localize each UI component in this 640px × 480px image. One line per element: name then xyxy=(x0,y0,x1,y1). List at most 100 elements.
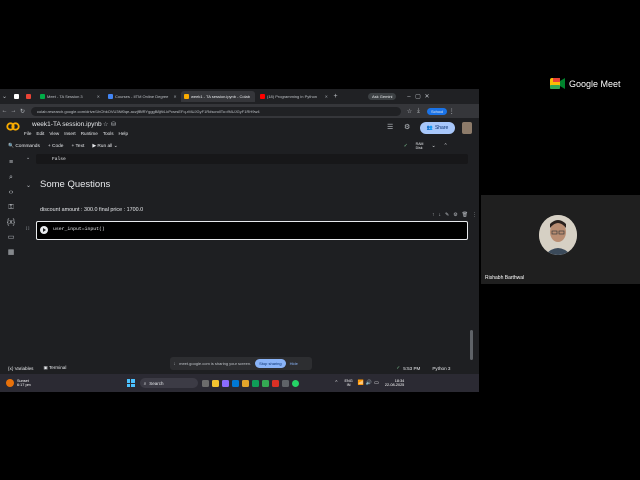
notebook-content: ⌄ False ⌄ Some Questions discount amount… xyxy=(22,152,477,362)
run-all-button[interactable]: ▶ Run all ⌄ xyxy=(92,144,117,149)
delete-trash-icon[interactable]: 🗑 xyxy=(462,212,468,218)
browser-tab[interactable]: Meet - TA Session 3 ✕ xyxy=(37,91,103,102)
browser-tab[interactable]: Courses - IITM Online Degree ✕ xyxy=(105,91,179,102)
code-snippets-icon[interactable]: ‹› xyxy=(6,188,16,198)
language-indicator[interactable]: ENG IN xyxy=(344,379,352,388)
menu-insert[interactable]: Insert xyxy=(64,131,76,136)
collapse-output-icon[interactable]: ⌄ xyxy=(26,155,30,161)
menu-tools[interactable]: Tools xyxy=(103,131,114,136)
menu-help[interactable]: Help xyxy=(119,131,128,136)
run-all-label: Run all xyxy=(97,143,113,149)
collapse-icon[interactable]: ⌃ xyxy=(443,144,447,149)
toc-icon[interactable]: ≡ xyxy=(6,158,16,168)
terminal-button[interactable]: ▣ Terminal xyxy=(43,365,66,371)
wifi-icon[interactable]: 📶 xyxy=(358,380,364,386)
forward-icon[interactable]: → xyxy=(9,108,18,114)
hide-button[interactable]: Hide xyxy=(290,361,298,366)
lang-bottom: IN xyxy=(346,383,351,387)
browser-tab[interactable] xyxy=(11,91,21,102)
windows-start-icon[interactable] xyxy=(126,379,135,387)
menu-file[interactable]: File xyxy=(24,131,31,136)
whatsapp-icon[interactable] xyxy=(291,379,299,387)
share-button[interactable]: 👥 Share xyxy=(420,122,455,134)
battery-icon[interactable]: ▭ xyxy=(374,380,379,386)
variables-icon[interactable]: {x} xyxy=(6,218,16,228)
url-field[interactable]: colab.research.google.com/drive/1hOhkOVU… xyxy=(31,106,401,116)
file-explorer-icon[interactable] xyxy=(211,379,219,387)
tray-chevron-icon[interactable]: ⌃ xyxy=(334,380,338,386)
share-handle-icon[interactable]: ⁞ xyxy=(174,361,175,366)
menu-view[interactable]: View xyxy=(49,131,59,136)
code-text[interactable]: user_input=input() xyxy=(53,227,105,232)
resources-dropdown-icon[interactable]: ⌄ xyxy=(431,144,435,149)
volume-icon[interactable]: 🔊 xyxy=(366,380,372,386)
browser-tab[interactable]: (18) Programming in Python ✕ xyxy=(257,91,331,102)
move-down-icon[interactable]: ↓ xyxy=(439,212,442,218)
bookmark-star-icon[interactable]: ☆ xyxy=(405,108,414,115)
participant-photo xyxy=(539,215,577,255)
scrollbar-thumb[interactable] xyxy=(470,330,473,360)
settings-cell-icon[interactable]: ⚙ xyxy=(453,212,457,218)
reload-icon[interactable]: ↻ xyxy=(18,108,27,115)
find-icon[interactable]: ⌕ xyxy=(6,173,16,183)
task-view-icon[interactable] xyxy=(201,379,209,387)
files-folder-icon[interactable]: ▭ xyxy=(6,233,16,243)
menu-runtime[interactable]: Runtime xyxy=(81,131,98,136)
maximize-icon[interactable]: ▢ xyxy=(413,93,422,100)
taskbar-search-box[interactable]: ⌕ Search xyxy=(139,378,198,388)
app-red-icon[interactable] xyxy=(271,379,279,387)
excel-icon[interactable] xyxy=(251,379,259,387)
add-code-button[interactable]: + Code xyxy=(48,144,64,149)
meet-camera-icon xyxy=(550,78,565,89)
download-icon[interactable]: ⤓ xyxy=(414,108,423,115)
run-cell-button[interactable] xyxy=(40,226,48,234)
terminal-label: Terminal xyxy=(49,365,67,370)
close-tab-icon[interactable]: ✕ xyxy=(252,94,255,99)
back-icon[interactable]: ← xyxy=(0,108,9,114)
resources-indicator[interactable]: RAM Disk xyxy=(416,142,424,150)
chrome-icon[interactable] xyxy=(261,379,269,387)
participant-name: Rishabh Barthwal xyxy=(485,275,525,281)
ask-gemini-button[interactable]: Ask Gemini xyxy=(368,93,397,100)
app-gray-icon[interactable] xyxy=(281,379,289,387)
weather-widget[interactable]: Sunset 6:17 pm xyxy=(17,379,31,388)
stop-sharing-button[interactable]: Stop sharing xyxy=(255,359,286,368)
move-up-icon[interactable]: ↑ xyxy=(432,212,435,218)
close-window-icon[interactable]: ✕ xyxy=(422,93,431,100)
terminal-grid-icon[interactable]: ▦ xyxy=(6,248,16,258)
participant-tile[interactable]: Rishabh Barthwal xyxy=(481,195,640,284)
notebook-title[interactable]: week1-TA session.ipynb xyxy=(32,121,102,128)
menu-kebab-icon[interactable]: ⋮ xyxy=(447,108,456,115)
close-tab-icon[interactable]: ✕ xyxy=(94,94,100,99)
app-icon[interactable] xyxy=(221,379,229,387)
drive-icon[interactable]: ⛁ xyxy=(111,121,116,128)
commands-button[interactable]: 🔍 Commands xyxy=(8,144,40,149)
close-tab-icon[interactable]: ✕ xyxy=(322,94,328,99)
add-text-button[interactable]: + Text xyxy=(71,144,84,149)
more-options-icon[interactable]: ⋮ xyxy=(472,212,477,218)
star-icon[interactable]: ☆ xyxy=(103,121,108,128)
new-tab-button[interactable]: + xyxy=(331,93,340,100)
folder-icon[interactable] xyxy=(241,379,249,387)
comments-icon[interactable]: ☰ xyxy=(387,123,393,131)
edit-pencil-icon[interactable]: ✎ xyxy=(445,212,449,218)
edge-icon[interactable] xyxy=(231,379,239,387)
code-cell[interactable]: user_input=input() xyxy=(36,221,468,240)
cell-toolbar: ↑ ↓ ✎ ⚙ 🗑 ⋮ xyxy=(432,212,477,218)
runtime-label[interactable]: Python 3 xyxy=(432,366,450,371)
account-avatar[interactable] xyxy=(462,122,472,134)
variables-button[interactable]: {x} Variables xyxy=(8,366,33,371)
section-collapse-icon[interactable]: ⌄ xyxy=(26,182,31,189)
settings-gear-icon[interactable]: ⚙ xyxy=(404,123,410,131)
minimize-icon[interactable]: – xyxy=(404,94,413,100)
browser-tab[interactable] xyxy=(23,91,35,102)
system-clock[interactable]: 18:34 22-08-2025 xyxy=(385,379,404,388)
close-tab-icon[interactable]: ✕ xyxy=(170,94,176,99)
participant-avatar xyxy=(539,215,577,255)
menu-edit[interactable]: Edit xyxy=(36,131,44,136)
profile-button[interactable]: School xyxy=(427,107,448,115)
tab-list-icon[interactable]: ⌄ xyxy=(0,93,9,100)
browser-tab-active[interactable]: week1 - TA session.ipynb - Colab✕ xyxy=(181,91,255,102)
secrets-key-icon[interactable]: ⚿ xyxy=(6,203,16,213)
weather-sun-icon[interactable] xyxy=(6,379,14,387)
